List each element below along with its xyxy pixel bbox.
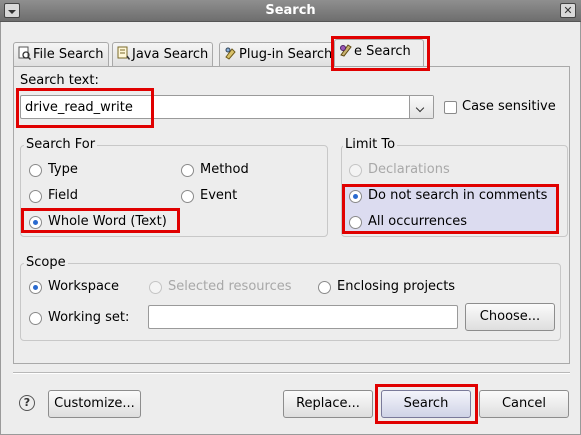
- radio-method[interactable]: [181, 164, 194, 177]
- title-bar: Search ✕: [0, 0, 581, 22]
- radio-enclosing-projects-label[interactable]: Enclosing projects: [337, 279, 455, 294]
- close-icon: ✕: [563, 4, 573, 17]
- help-icon[interactable]: ?: [19, 395, 35, 411]
- replace-button[interactable]: Replace...: [283, 390, 373, 418]
- cancel-button[interactable]: Cancel: [479, 390, 569, 418]
- radio-whole-word-label[interactable]: Whole Word (Text): [48, 214, 167, 229]
- e-search-icon: [340, 44, 352, 57]
- radio-working-set[interactable]: [29, 312, 42, 325]
- choose-button[interactable]: Choose...: [465, 303, 555, 331]
- limit-to-title: Limit To: [343, 137, 398, 152]
- search-text-label: Search text:: [20, 73, 99, 88]
- radio-method-label[interactable]: Method: [200, 162, 249, 177]
- radio-type[interactable]: [29, 164, 42, 177]
- radio-declarations[interactable]: [349, 164, 362, 177]
- customize-button[interactable]: Customize...: [48, 390, 141, 418]
- file-search-icon: [18, 46, 31, 60]
- radio-selected-resources-label[interactable]: Selected resources: [168, 279, 292, 294]
- tab-plugin-search[interactable]: Plug-in Search: [219, 42, 338, 66]
- search-for-title: Search For: [24, 137, 98, 152]
- radio-event[interactable]: [181, 190, 194, 203]
- window-title: Search: [265, 3, 316, 18]
- tab-label: File Search: [33, 47, 104, 62]
- radio-workspace[interactable]: [29, 281, 42, 294]
- search-dialog: File Search Java Search Plug-in Search e…: [0, 22, 581, 435]
- radio-event-label[interactable]: Event: [200, 188, 237, 203]
- radio-workspace-label[interactable]: Workspace: [48, 279, 119, 294]
- search-button[interactable]: Search: [381, 390, 471, 418]
- tab-label: Plug-in Search: [239, 47, 333, 62]
- tab-file-search[interactable]: File Search: [13, 42, 109, 66]
- radio-working-set-label[interactable]: Working set:: [48, 310, 129, 325]
- search-text-value[interactable]: drive_read_write: [25, 100, 133, 115]
- tab-label: Java Search: [132, 47, 209, 62]
- tab-label: e Search: [354, 44, 411, 59]
- plugin-search-icon: [225, 47, 236, 60]
- java-search-icon: [117, 46, 130, 60]
- radio-all-occurrences[interactable]: [349, 216, 362, 229]
- radio-selected-resources[interactable]: [149, 281, 162, 294]
- search-text-combo[interactable]: drive_read_write: [20, 95, 434, 119]
- radio-declarations-label[interactable]: Declarations: [368, 162, 450, 177]
- radio-field[interactable]: [29, 190, 42, 203]
- case-sensitive-label[interactable]: Case sensitive: [462, 99, 556, 114]
- separator: [13, 372, 570, 374]
- tab-e-search[interactable]: e Search: [334, 39, 424, 67]
- tab-java-search[interactable]: Java Search: [112, 42, 214, 66]
- radio-do-not-search-comments[interactable]: [349, 190, 362, 203]
- combo-dropdown-button[interactable]: [409, 96, 433, 118]
- radio-enclosing-projects[interactable]: [318, 281, 331, 294]
- radio-whole-word[interactable]: [29, 216, 42, 229]
- close-button[interactable]: ✕: [560, 3, 576, 18]
- radio-do-not-search-comments-label[interactable]: Do not search in comments: [368, 188, 547, 203]
- radio-field-label[interactable]: Field: [48, 188, 78, 203]
- radio-type-label[interactable]: Type: [48, 162, 78, 177]
- working-set-input[interactable]: [148, 305, 458, 329]
- radio-all-occurrences-label[interactable]: All occurrences: [368, 214, 467, 229]
- scope-title: Scope: [24, 255, 68, 270]
- case-sensitive-checkbox[interactable]: [444, 101, 457, 114]
